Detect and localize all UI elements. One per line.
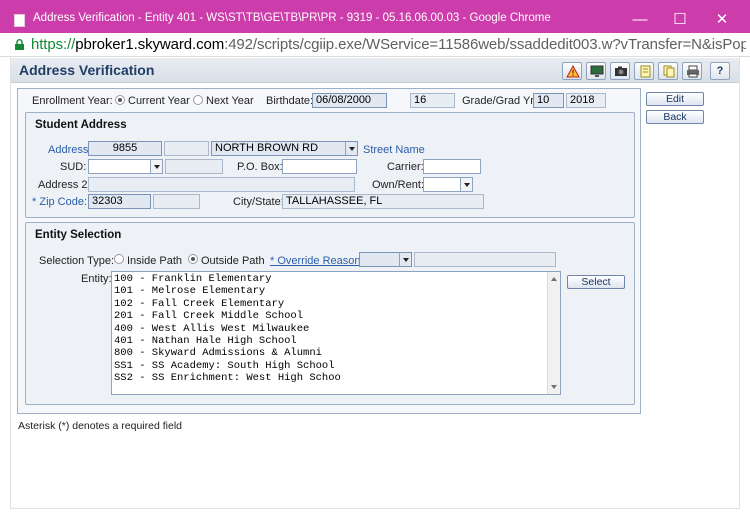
zip-code-field[interactable]: 32303 (88, 194, 151, 209)
sud-label: SUD: (60, 161, 87, 173)
entity-selection-title: Entity Selection (35, 229, 122, 241)
url-host: pbroker1.skyward.com (75, 36, 225, 53)
chevron-down-icon (460, 178, 472, 191)
override-reason-link[interactable]: * Override Reason: (270, 255, 364, 267)
copy-icon[interactable] (658, 62, 678, 80)
outside-path-radio[interactable] (188, 254, 198, 264)
url-path: :492/scripts/cgiip.exe/WService=11586web… (224, 36, 746, 53)
inside-path-radio[interactable] (114, 254, 124, 264)
edit-button[interactable]: Edit (646, 92, 704, 106)
minimize-button[interactable]: — (620, 7, 660, 33)
override-reason-text: Override Reason: (277, 255, 364, 267)
address-label: Address: (48, 144, 92, 156)
select-button[interactable]: Select (567, 275, 625, 289)
list-item[interactable]: 800 - Skyward Admissions & Alumni (112, 347, 560, 359)
student-address-title: Student Address (35, 119, 127, 131)
address-2-label: Address 2: (38, 179, 91, 191)
close-button[interactable]: ✕ (702, 7, 742, 33)
entity-list: 100 - Franklin Elementary 101 - Melrose … (112, 272, 560, 385)
window-titlebar: Address Verification - Entity 401 - WS\S… (0, 0, 750, 33)
list-item[interactable]: 100 - Franklin Elementary (112, 273, 560, 285)
street-direction-field (164, 141, 209, 156)
city-state-field: TALLAHASSEE, FL (282, 194, 484, 209)
back-button[interactable]: Back (646, 110, 704, 124)
next-year-label: Next Year (206, 95, 254, 107)
address-2-field (88, 177, 355, 192)
notes-icon[interactable] (634, 62, 654, 80)
carrier-field[interactable] (423, 159, 481, 174)
outside-path-label: Outside Path (201, 255, 265, 267)
list-item[interactable]: SS1 - SS Academy: South High School (112, 360, 560, 372)
street-number-field[interactable]: 9855 (88, 141, 162, 156)
current-year-label: Current Year (128, 95, 190, 107)
camera-icon[interactable] (610, 62, 630, 80)
own-rent-label: Own/Rent: (372, 179, 424, 191)
address-bar[interactable]: https://pbroker1.skyward.com:492/scripts… (0, 33, 750, 57)
url-scheme: https:// (31, 36, 76, 53)
print-icon[interactable] (682, 62, 702, 80)
lock-icon (15, 39, 24, 50)
next-year-radio[interactable] (193, 95, 203, 105)
page-icon (14, 14, 25, 27)
age-field: 16 (410, 93, 455, 108)
list-item[interactable]: 401 - Nathan Hale High School (112, 335, 560, 347)
list-item[interactable]: 400 - West Allis West Milwaukee (112, 323, 560, 335)
entity-label: Entity: (81, 273, 112, 285)
override-reason-description (414, 252, 556, 267)
list-item[interactable]: 201 - Fall Creek Middle School (112, 310, 560, 322)
inside-path-label: Inside Path (127, 255, 183, 267)
entity-listbox[interactable]: 100 - Franklin Elementary 101 - Melrose … (111, 271, 561, 395)
street-name-value: NORTH BROWN RD (215, 142, 319, 154)
list-item[interactable]: SS2 - SS Enrichment: West High Schoo (112, 372, 560, 384)
scroll-up-icon[interactable] (551, 277, 557, 281)
zip-code-label: * Zip Code: (32, 196, 87, 208)
birthdate-field[interactable]: 06/08/2000 (312, 93, 387, 108)
selection-type-label: Selection Type: (39, 255, 115, 267)
own-rent-select[interactable] (423, 177, 473, 192)
sud-description-field (165, 159, 223, 174)
grad-year-field: 2018 (566, 93, 606, 108)
required-marker: * (32, 196, 37, 208)
street-name-select[interactable]: NORTH BROWN RD (211, 141, 358, 156)
window-title: Address Verification - Entity 401 - WS\S… (33, 12, 551, 24)
list-item[interactable]: 101 - Melrose Elementary (112, 285, 560, 297)
zip-extension-field (153, 194, 200, 209)
city-state-label: City/State: (233, 196, 284, 208)
monitor-icon[interactable] (586, 62, 606, 80)
carrier-label: Carrier: (387, 161, 424, 173)
url-text[interactable]: https://pbroker1.skyward.com:492/scripts… (31, 36, 746, 53)
birthdate-label: Birthdate: (266, 95, 314, 107)
override-reason-select[interactable] (359, 252, 412, 267)
grade-field[interactable]: 10 (533, 93, 564, 108)
zip-code-label-text: Zip Code: (39, 196, 88, 208)
required-field-note: Asterisk (*) denotes a required field (18, 420, 182, 432)
street-name-link[interactable]: Street Name (363, 144, 425, 156)
current-year-radio[interactable] (115, 95, 125, 105)
chevron-down-icon (150, 160, 162, 173)
list-item[interactable]: 102 - Fall Creek Elementary (112, 298, 560, 310)
grade-label: Grade/Grad Yr: (462, 95, 537, 107)
help-icon[interactable]: ? (710, 62, 730, 80)
maximize-button[interactable]: ☐ (660, 7, 700, 33)
po-box-field[interactable] (282, 159, 357, 174)
po-box-label: P.O. Box: (237, 161, 283, 173)
listbox-scrollbar[interactable] (547, 272, 560, 394)
enrollment-year-label: Enrollment Year: (32, 95, 113, 107)
required-marker: * (270, 255, 275, 267)
alert-icon[interactable] (562, 62, 582, 80)
chevron-down-icon (399, 253, 411, 266)
chevron-down-icon (345, 142, 357, 155)
sud-select[interactable] (88, 159, 163, 174)
scroll-down-icon[interactable] (551, 385, 557, 389)
page-title: Address Verification (19, 62, 155, 78)
